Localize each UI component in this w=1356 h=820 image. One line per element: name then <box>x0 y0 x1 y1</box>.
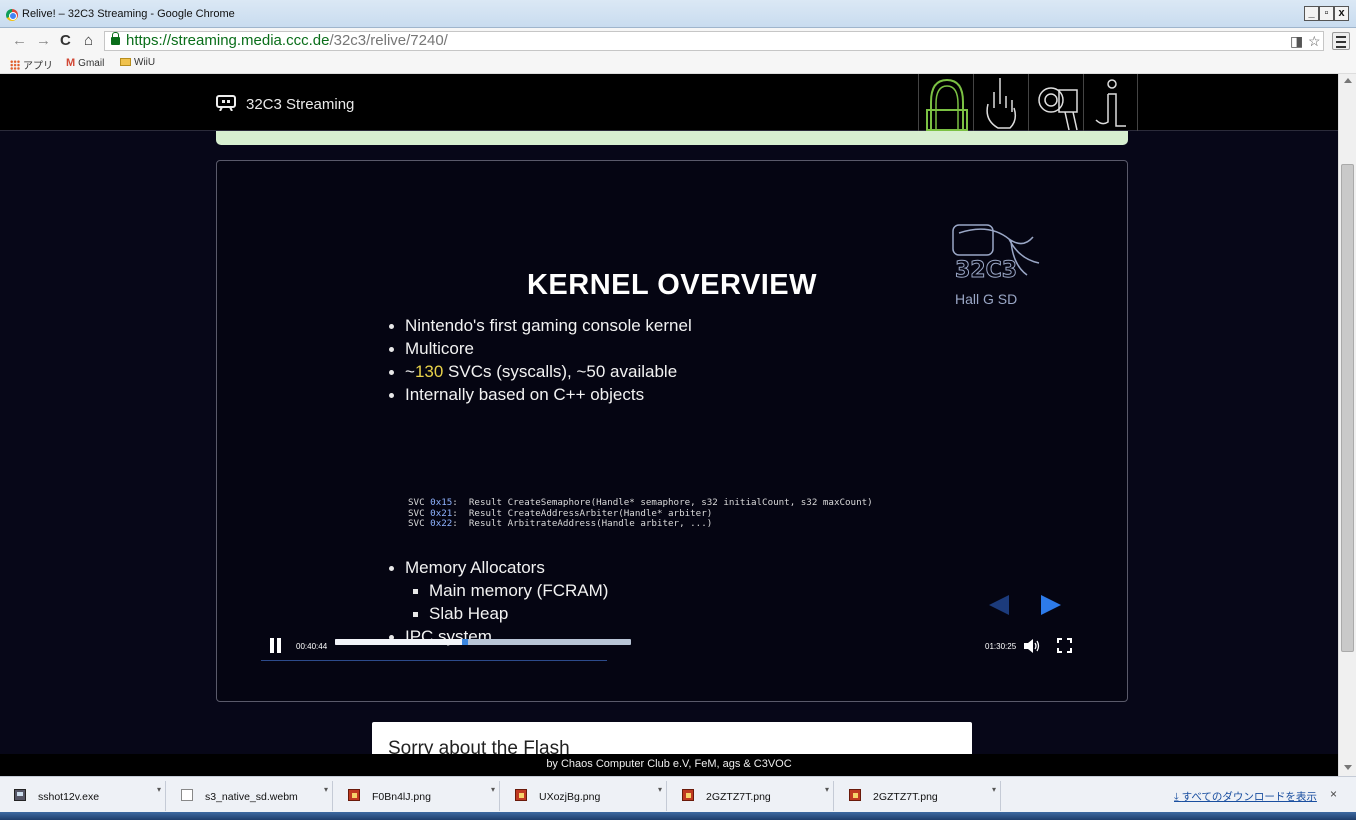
download-item[interactable]: 2GZTZ7T.png ▾ <box>835 781 1001 811</box>
slide-bullet: Nintendo's first gaming console kernel <box>389 316 692 339</box>
watermark-label: Hall G SD <box>955 291 1018 307</box>
download-item[interactable]: F0Bn4lJ.png ▾ <box>334 781 500 811</box>
file-icon <box>181 789 193 801</box>
minimize-button[interactable]: _ <box>1304 6 1319 21</box>
url-path: /32c3/relive/7240/ <box>329 32 448 49</box>
folder-icon <box>120 58 131 66</box>
bookmark-gmail[interactable]: M Gmail <box>66 57 104 69</box>
show-all-downloads-link[interactable]: ⤓ すべてのダウンロードを表示 <box>1174 789 1317 804</box>
bookmark-star-icon[interactable]: ☆ <box>1308 33 1321 50</box>
close-downloads-button[interactable]: × <box>1330 787 1337 801</box>
seek-handle[interactable] <box>462 639 469 645</box>
back-button[interactable]: ← <box>12 32 27 49</box>
bookmark-apps[interactable]: アプリ <box>10 57 53 72</box>
info-art-icon <box>1083 74 1138 131</box>
header-artwork <box>918 74 1139 131</box>
download-item[interactable]: sshot12v.exe ▾ <box>0 781 166 811</box>
slide-sub-bullet: Slab Heap <box>389 604 608 627</box>
download-arrow-icon: ⤓ <box>1174 791 1182 803</box>
downloads-bar: sshot12v.exe ▾ s3_native_sd.webm ▾ F0Bn4lJ… <box>0 776 1356 812</box>
gmail-icon: M <box>66 57 76 69</box>
chrome-menu-button[interactable] <box>1332 32 1350 50</box>
page-content: 32C3 Streaming KERNEL OVERVIEW 32C3 Hall… <box>0 74 1338 776</box>
reload-button[interactable]: C <box>60 32 71 49</box>
prev-slide-arrow-icon[interactable] <box>989 595 1009 615</box>
image-file-icon <box>348 789 360 801</box>
browser-toolbar: ← → C ⌂ https://streaming.media.ccc.de/3… <box>0 28 1356 54</box>
dropdown-caret-icon[interactable]: ▾ <box>491 785 495 794</box>
bookmark-wiiu[interactable]: WiiU <box>120 57 155 68</box>
chrome-logo-icon <box>6 9 18 21</box>
site-footer: by Chaos Computer Club e.V, FeM, ags & C… <box>0 754 1338 776</box>
dropdown-caret-icon[interactable]: ▾ <box>324 785 328 794</box>
slide-code: SVC 0x15: Result CreateSemaphore(Handle*… <box>408 497 873 529</box>
scroll-up-icon[interactable] <box>1344 78 1352 83</box>
site-brand[interactable]: 32C3 Streaming <box>246 96 354 113</box>
scroll-down-icon[interactable] <box>1344 765 1352 770</box>
image-file-icon <box>682 789 694 801</box>
buffer-line <box>261 660 607 661</box>
lock-icon <box>111 32 120 45</box>
dropdown-caret-icon[interactable]: ▾ <box>658 785 662 794</box>
camera-art-icon <box>1028 74 1083 131</box>
player-controls: 00:40:44 01:30:25 <box>261 635 1081 659</box>
slide-sub-bullet: Main memory (FCRAM) <box>389 581 608 604</box>
window-titlebar: Relive! – 32C3 Streaming - Google Chrome… <box>0 0 1356 28</box>
exe-file-icon <box>14 789 26 801</box>
padlock-art-icon <box>918 74 973 131</box>
page-scrollbar[interactable] <box>1338 74 1356 776</box>
windows-taskbar <box>0 812 1356 820</box>
site-header: 32C3 Streaming <box>0 74 1338 131</box>
home-button[interactable]: ⌂ <box>84 32 93 49</box>
pause-icon[interactable] <box>269 638 283 653</box>
apps-grid-icon <box>10 60 20 70</box>
slide-bullet: Memory Allocators <box>389 558 608 581</box>
current-time: 00:40:44 <box>296 642 328 651</box>
forward-button[interactable]: → <box>36 32 51 49</box>
fullscreen-icon[interactable] <box>1057 638 1072 653</box>
url-host: https://streaming.media.ccc.de <box>126 32 330 49</box>
slide-bullet: Multicore <box>389 339 692 362</box>
dropdown-caret-icon[interactable]: ▾ <box>825 785 829 794</box>
download-item[interactable]: s3_native_sd.webm ▾ <box>167 781 333 811</box>
slide-bullet: Internally based on C++ objects <box>389 385 692 408</box>
streaming-logo-icon <box>216 95 236 111</box>
next-slide-arrow-icon[interactable] <box>1041 595 1061 615</box>
highlight-number: 130 <box>414 362 444 381</box>
seek-bar[interactable] <box>335 639 631 645</box>
duration: 01:30:25 <box>985 642 1017 651</box>
window-title: Relive! – 32C3 Streaming - Google Chrome <box>22 8 235 20</box>
bookmarks-bar: アプリ M Gmail WiiU <box>0 54 1356 74</box>
scroll-thumb[interactable] <box>1341 164 1354 652</box>
download-item[interactable]: 2GZTZ7T.png ▾ <box>668 781 834 811</box>
svg-text:32C3: 32C3 <box>955 258 1017 283</box>
maximize-button[interactable]: ▫ <box>1319 6 1334 21</box>
notice-strip <box>216 131 1128 145</box>
slide-bullet: ~130 SVCs (syscalls), ~50 available <box>389 362 692 385</box>
volume-icon[interactable] <box>1023 639 1041 653</box>
address-bar[interactable]: https://streaming.media.ccc.de/32c3/reli… <box>104 31 1324 51</box>
close-window-button[interactable]: x <box>1334 6 1349 21</box>
hand-art-icon <box>973 74 1028 131</box>
video-player[interactable]: KERNEL OVERVIEW 32C3 Hall G SD Nintendo'… <box>216 160 1128 702</box>
download-item[interactable]: UXozjBg.png ▾ <box>501 781 667 811</box>
translate-icon[interactable]: ◨ <box>1290 33 1303 50</box>
seek-progress <box>335 639 469 645</box>
image-file-icon <box>849 789 861 801</box>
dropdown-caret-icon[interactable]: ▾ <box>992 785 996 794</box>
image-file-icon <box>515 789 527 801</box>
dropdown-caret-icon[interactable]: ▾ <box>157 785 161 794</box>
slide-bullets: Nintendo's first gaming console kernel M… <box>389 316 692 408</box>
